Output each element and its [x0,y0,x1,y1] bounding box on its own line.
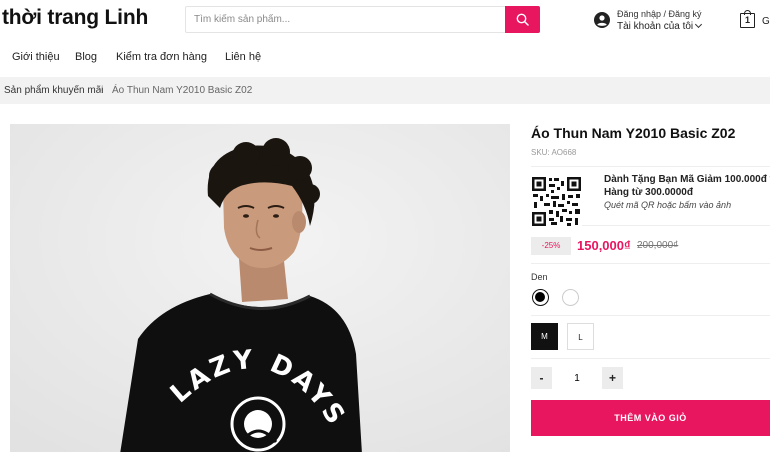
size-option-m[interactable]: M [531,323,558,350]
product-sku: SKU: AO668 [531,148,577,157]
nav-item-contact[interactable]: Liên hệ [225,51,261,63]
promo-line-3: Quét mã QR hoặc bấm vào ảnh [604,200,732,210]
promo-banner[interactable]: Dành Tặng Bạn Mã Giảm 100.000đ v Hàng từ… [531,166,770,227]
search-box [185,6,540,33]
user-icon [594,12,610,28]
quantity-increase-button[interactable]: + [602,367,623,389]
nav-item-order-check[interactable]: Kiểm tra đơn hàng [116,51,207,63]
login-register-link[interactable]: Đăng nhập / Đăng ký [617,9,702,19]
promo-line-2: Hàng từ 300.0000đ [604,187,693,198]
breadcrumb-parent-link[interactable]: Sản phẩm khuyến mãi [4,85,104,96]
quantity-stepper: - + [531,367,625,389]
sale-price: 150,000₫ [577,238,631,253]
price-row: -25% 150,000₫ 200,000₫ [531,234,770,264]
quantity-input[interactable] [552,367,602,389]
breadcrumb-current: Áo Thun Nam Y2010 Basic Z02 [112,85,253,96]
color-swatch-black[interactable] [532,289,549,306]
qr-code-icon[interactable] [531,176,582,227]
my-account-label: Tài khoản của tôi [617,21,694,32]
search-button[interactable] [505,6,540,33]
cart-label: G [762,16,770,27]
size-option-l[interactable]: L [567,323,594,350]
header: thời trang Linh Đăng nhập / Đăng ký Tài … [0,0,770,40]
breadcrumb: Sản phẩm khuyến mãi / Áo Thun Nam Y2010 … [0,77,770,104]
divider [531,358,770,359]
promo-line-1: Dành Tặng Bạn Mã Giảm 100.000đ v [604,174,770,185]
nav-item-about[interactable]: Giới thiệu [12,51,60,63]
breadcrumb-separator: / [100,85,103,96]
search-input[interactable] [186,7,506,32]
cart-count: 1 [740,13,755,28]
original-price: 200,000₫ [637,240,679,251]
site-logo[interactable]: thời trang Linh [2,6,148,30]
color-swatch-white[interactable] [562,289,579,306]
quantity-decrease-button[interactable]: - [531,367,552,389]
nav-item-blog[interactable]: Blog [75,51,97,63]
product-title: Áo Thun Nam Y2010 Basic Z02 [531,125,736,141]
divider [531,315,770,316]
product-image[interactable]: LAZY DAYS [10,124,510,452]
add-to-cart-button[interactable]: THÊM VÀO GIỎ [531,400,770,436]
chevron-down-icon [695,20,703,29]
my-account-dropdown[interactable]: Tài khoản của tôi [617,20,703,32]
account-menu[interactable]: Đăng nhập / Đăng ký Tài khoản của tôi [594,9,724,35]
product-photo: LAZY DAYS [10,124,510,452]
color-label: Den [531,272,548,282]
search-icon [516,13,529,26]
discount-badge: -25% [531,237,571,255]
